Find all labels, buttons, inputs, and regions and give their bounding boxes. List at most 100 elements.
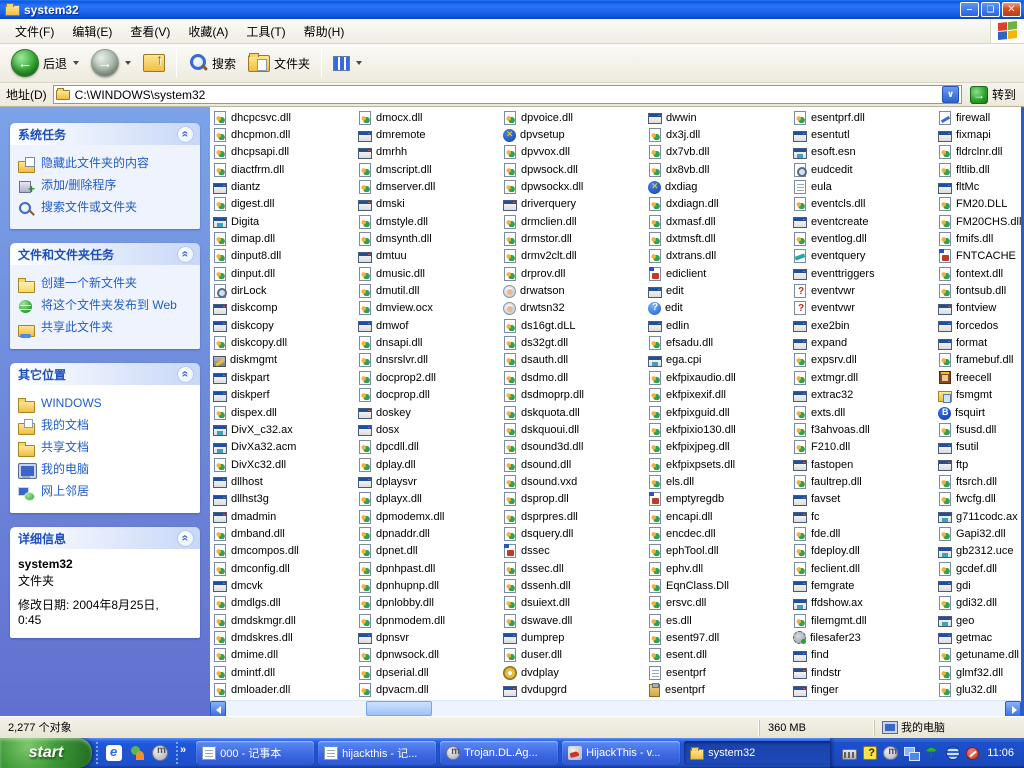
file-item[interactable]: dswave.dll <box>503 612 648 629</box>
file-item[interactable]: extrac32 <box>793 387 938 404</box>
file-item[interactable]: dsquery.dll <box>503 525 648 542</box>
file-item[interactable]: fltlib.dll <box>938 161 1021 178</box>
collapse-chevron-icon[interactable] <box>177 245 194 263</box>
file-item[interactable]: ekfpixjpeg.dll <box>648 439 793 456</box>
file-item[interactable]: fastopen <box>793 456 938 473</box>
file-item[interactable]: ekfpixaudio.dll <box>648 369 793 386</box>
file-item[interactable]: fixmapi <box>938 126 1021 143</box>
sidebar-item[interactable]: 我的文档 <box>18 415 194 437</box>
quick-launch-overflow-icon[interactable]: » <box>180 744 186 756</box>
file-item[interactable]: feclient.dll <box>793 560 938 577</box>
file-item[interactable]: dvdupgrd <box>503 681 648 698</box>
file-item[interactable]: dmcompos.dll <box>213 543 358 560</box>
file-item[interactable]: drmv2clt.dll <box>503 248 648 265</box>
start-button[interactable]: start <box>0 738 92 768</box>
file-item[interactable]: dsauth.dll <box>503 352 648 369</box>
file-item[interactable]: eventquery <box>793 248 938 265</box>
file-item[interactable]: eula <box>793 178 938 195</box>
file-item[interactable]: eventcls.dll <box>793 196 938 213</box>
ie-icon[interactable] <box>106 744 122 761</box>
tr-umb-icon[interactable] <box>925 744 940 761</box>
file-item[interactable]: exts.dll <box>793 404 938 421</box>
file-item[interactable]: diskmgmt <box>213 352 358 369</box>
file-item[interactable]: dpnaddr.dll <box>358 525 503 542</box>
file-item[interactable]: es.dll <box>648 612 793 629</box>
file-item[interactable]: dimap.dll <box>213 230 358 247</box>
file-item[interactable]: ekfpixexif.dll <box>648 387 793 404</box>
file-item[interactable]: dinput8.dll <box>213 248 358 265</box>
panel-header-other-places[interactable]: 其它位置 <box>10 363 200 385</box>
file-item[interactable]: dplayx.dll <box>358 491 503 508</box>
back-button[interactable]: 后退 <box>6 47 84 79</box>
file-item[interactable]: DivXa32.acm <box>213 439 358 456</box>
file-item[interactable]: edit <box>648 282 793 299</box>
file-item[interactable]: diskcopy <box>213 317 358 334</box>
collapse-chevron-icon[interactable] <box>177 529 194 547</box>
close-button[interactable] <box>1002 2 1021 17</box>
back-dropdown-icon[interactable] <box>73 61 80 65</box>
file-item[interactable]: freecell <box>938 369 1021 386</box>
file-item[interactable]: ekfpixio130.dll <box>648 421 793 438</box>
file-item[interactable]: edlin <box>648 317 793 334</box>
file-item[interactable]: fc <box>793 508 938 525</box>
file-item[interactable]: eventvwr <box>793 300 938 317</box>
file-item[interactable]: finger <box>793 681 938 698</box>
file-item[interactable]: ega.cpi <box>648 352 793 369</box>
file-item[interactable]: filesafer23 <box>793 629 938 646</box>
file-item[interactable]: dx3j.dll <box>648 126 793 143</box>
folders-button[interactable]: 文件夹 <box>243 52 315 74</box>
forward-dropdown-icon[interactable] <box>125 61 132 65</box>
file-item[interactable]: fsutil <box>938 439 1021 456</box>
file-item[interactable]: glmf32.dll <box>938 664 1021 681</box>
file-item[interactable]: drprov.dll <box>503 265 648 282</box>
sidebar-item[interactable]: 隐藏此文件夹的内容 <box>18 153 194 175</box>
file-item[interactable]: dmsynth.dll <box>358 230 503 247</box>
file-item[interactable]: Digita <box>213 213 358 230</box>
file-item[interactable]: geo <box>938 612 1021 629</box>
file-item[interactable]: dwwin <box>648 109 793 126</box>
file-item[interactable]: g711codc.ax <box>938 508 1021 525</box>
file-item[interactable]: EqnClass.Dll <box>648 577 793 594</box>
file-item[interactable]: docprop.dll <box>358 387 503 404</box>
file-item[interactable]: efsadu.dll <box>648 334 793 351</box>
file-item[interactable]: dsprpres.dll <box>503 508 648 525</box>
file-item[interactable]: dmocx.dll <box>358 109 503 126</box>
file-item[interactable]: femgrate <box>793 577 938 594</box>
tr-kbd-icon[interactable] <box>842 748 858 760</box>
address-path[interactable]: C:\WINDOWS\system32 <box>75 88 942 102</box>
file-item[interactable]: dpvvox.dll <box>503 144 648 161</box>
file-item[interactable]: fontview <box>938 300 1021 317</box>
file-item[interactable]: expand <box>793 334 938 351</box>
file-item[interactable]: encapi.dll <box>648 508 793 525</box>
file-item[interactable]: fltMc <box>938 178 1021 195</box>
file-item[interactable]: dosx <box>358 421 503 438</box>
file-item[interactable]: dxdiag <box>648 178 793 195</box>
panel-header-file-folder-tasks[interactable]: 文件和文件夹任务 <box>10 243 200 265</box>
file-item[interactable]: FM20CHS.dll <box>938 213 1021 230</box>
file-item[interactable]: dmadmin <box>213 508 358 525</box>
file-item[interactable]: diantz <box>213 178 358 195</box>
file-item[interactable]: DivX_c32.ax <box>213 421 358 438</box>
sidebar-item[interactable]: 搜索文件或文件夹 <box>18 197 194 219</box>
taskbar-button[interactable]: HijackThis - v... <box>562 741 681 765</box>
file-item[interactable]: dsound3d.dll <box>503 439 648 456</box>
file-item[interactable]: glu32.dll <box>938 681 1021 698</box>
file-item[interactable]: diskcopy.dll <box>213 334 358 351</box>
address-dropdown-button[interactable] <box>941 86 959 103</box>
file-item[interactable]: fldrclnr.dll <box>938 144 1021 161</box>
sidebar-item[interactable]: 将这个文件夹发布到 Web <box>18 295 194 317</box>
file-item[interactable]: dmloader.dll <box>213 681 358 698</box>
file-item[interactable]: esentutl <box>793 126 938 143</box>
panel-header-details[interactable]: 详细信息 <box>10 527 200 549</box>
file-item[interactable]: dx7vb.dll <box>648 144 793 161</box>
file-item[interactable]: dpnwsock.dll <box>358 647 503 664</box>
file-item[interactable]: dhcpsapi.dll <box>213 144 358 161</box>
file-item[interactable]: fde.dll <box>793 525 938 542</box>
file-item[interactable]: dpnmodem.dll <box>358 612 503 629</box>
file-item[interactable]: fontext.dll <box>938 265 1021 282</box>
file-item[interactable]: dmremote <box>358 126 503 143</box>
file-item[interactable]: dpmodemx.dll <box>358 508 503 525</box>
views-dropdown-icon[interactable] <box>356 61 363 65</box>
menu-item[interactable]: 收藏(A) <box>179 20 237 43</box>
file-item[interactable]: dpcdll.dll <box>358 439 503 456</box>
